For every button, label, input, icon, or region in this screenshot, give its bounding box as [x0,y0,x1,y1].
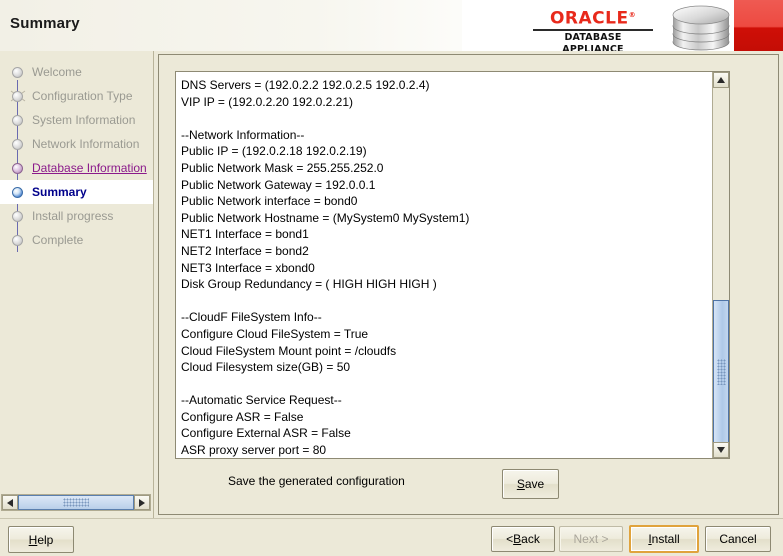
header-accent-bar [734,0,783,51]
sidebar-item-label: Install progress [32,209,114,223]
sidebar-item-install-progress[interactable]: Install progress [0,204,153,228]
step-bullet-icon [12,114,23,126]
sidebar-item-configuration-type[interactable]: Configuration Type [0,84,153,108]
database-disk-icon [672,5,730,51]
sidebar-scroll-track[interactable] [18,495,134,510]
wizard-footer: Help < Back Next > Install Cancel [0,518,783,556]
summary-panel: DNS Servers = (192.0.2.2 192.0.2.5 192.0… [158,54,779,515]
step-bullet-icon [12,138,23,150]
save-configuration-row: Save the generated configuration Save [175,467,730,501]
sidebar-item-complete[interactable]: Complete [0,228,153,252]
save-configuration-label: Save the generated configuration [228,474,405,488]
scroll-left-icon[interactable] [2,495,18,510]
app-header: Summary ORACLE® DATABASE APPLIANCE [0,0,783,52]
sidebar-item-label: Summary [32,185,87,199]
mnemonic-char: C [719,532,728,546]
sidebar-item-summary[interactable]: Summary [0,180,153,204]
wizard-sidebar: Welcome Configuration Type System Inform… [0,51,154,518]
sidebar-item-system-information[interactable]: System Information [0,108,153,132]
sidebar-scroll-thumb[interactable] [18,495,134,510]
summary-vertical-scrollbar[interactable] [712,72,729,458]
help-button[interactable]: Help [8,526,74,553]
summary-scroll-thumb[interactable] [713,300,729,444]
scroll-up-icon[interactable] [713,72,729,88]
page-title: Summary [10,15,80,32]
scroll-grip-icon [716,359,726,385]
sidebar-item-label: Complete [32,233,84,247]
summary-textarea-container: DNS Servers = (192.0.2.2 192.0.2.5 192.0… [175,71,730,459]
summary-text[interactable]: DNS Servers = (192.0.2.2 192.0.2.5 192.0… [176,72,712,458]
sidebar-item-database-information[interactable]: Database Information [0,156,153,180]
registered-mark-icon: ® [628,11,637,19]
step-bullet-icon [12,210,23,222]
sidebar-horizontal-scrollbar[interactable] [1,494,151,511]
back-button[interactable]: < Back [491,526,555,552]
step-bullet-icon [12,66,23,78]
step-bullet-icon [12,162,23,174]
sidebar-item-label: Welcome [32,65,82,79]
scroll-down-icon[interactable] [713,442,729,458]
sidebar-item-label: Configuration Type [32,89,133,103]
step-bullet-icon [12,186,23,198]
sidebar-item-welcome[interactable]: Welcome [0,60,153,84]
sidebar-item-label: System Information [32,113,136,127]
main-body: Welcome Configuration Type System Inform… [0,51,783,518]
sidebar-item-label: Network Information [32,137,140,151]
mnemonic-char: N [573,532,583,546]
scroll-grip-icon [63,498,89,507]
scroll-right-icon[interactable] [134,495,150,510]
mnemonic-char: B [513,532,522,546]
oracle-logo: ORACLE® DATABASE APPLIANCE [533,6,653,52]
cancel-button[interactable]: Cancel [705,526,771,552]
install-button[interactable]: Install [629,525,699,553]
step-bullet-icon [12,90,23,102]
oracle-wordmark: ORACLE® [549,8,637,29]
step-bullet-icon [12,234,23,246]
product-name: DATABASE APPLIANCE [562,31,624,52]
save-button[interactable]: Save [502,469,559,499]
logo-rule [533,28,653,31]
sidebar-item-label: Database Information [32,161,147,175]
sidebar-item-network-information[interactable]: Network Information [0,132,153,156]
wizard-step-list: Welcome Configuration Type System Inform… [0,60,153,252]
next-button[interactable]: Next > [559,526,623,552]
mnemonic-char: S [516,477,525,491]
mnemonic-char: H [28,532,38,547]
